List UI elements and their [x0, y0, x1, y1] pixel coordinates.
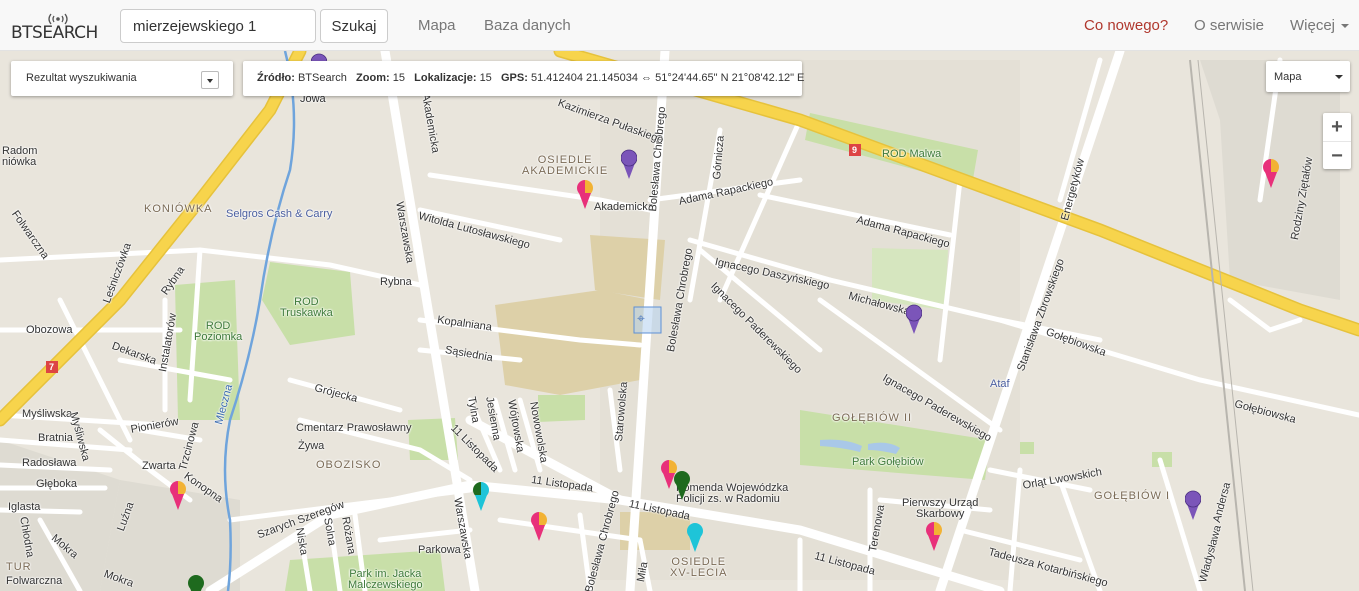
map-park-label: ROD Truskawka — [280, 296, 333, 319]
map-info-bar: Źródło: BTSearch Zoom: 15 Lokalizacje: 1… — [243, 61, 805, 96]
nav-link-database[interactable]: Baza danych — [484, 17, 571, 34]
search-input[interactable] — [120, 9, 316, 43]
map-street-label: Folwarczna — [6, 575, 63, 587]
map-street-label: Myśliwska — [22, 408, 73, 420]
map-park-label: ROD Malwa — [882, 148, 942, 160]
map-street-label: Zwarta — [142, 460, 176, 472]
map-area-label: OSIEDLE AKADEMICKIE — [522, 154, 609, 177]
map-street-label: Głęboka — [36, 478, 77, 490]
map-poi-label: Pierwszy Urząd Skarbowy — [902, 497, 979, 520]
crosshair-icon: ⌖ — [637, 310, 645, 326]
nav-link-map[interactable]: Mapa — [418, 17, 456, 34]
map-canvas[interactable]: 9 7 ⌖ Radom niówka KONIÓWKA Selgros Cash… — [0, 51, 1359, 591]
map-area-label: GOŁĘBIÓW I — [1094, 490, 1171, 502]
map-street-label: Bratnia — [38, 432, 73, 444]
map-street-label: Żywa — [298, 440, 325, 452]
map-area-label: OBOZISKO — [316, 459, 382, 471]
btsearch-logo[interactable]: BTSEARCH — [11, 12, 101, 43]
chevron-down-icon — [1341, 24, 1350, 29]
bts-pin-multi[interactable] — [1263, 158, 1279, 190]
bts-pin-purple[interactable] — [906, 304, 922, 336]
logo-text: BTSEARCH — [11, 23, 98, 43]
map-park-label: Park im. Jacka Malczewskiego — [348, 568, 423, 591]
source-label: Źródło: — [257, 72, 295, 84]
nav-link-about[interactable]: O serwisie — [1194, 17, 1264, 34]
zoom-label: Zoom: — [356, 72, 390, 84]
bts-pin-multi[interactable] — [926, 521, 942, 553]
nav-dropdown-more[interactable]: Więcej — [1290, 17, 1350, 34]
search-result-dropdown[interactable]: Rezultat wyszukiwania — [11, 61, 233, 96]
chevron-down-icon — [1335, 75, 1343, 79]
bts-pin-multi[interactable] — [170, 480, 186, 512]
zoom-value: 15 — [392, 72, 405, 84]
chevron-down-icon[interactable] — [201, 71, 219, 89]
source-value: BTSearch — [297, 72, 347, 84]
zoom-out-button[interactable]: − — [1323, 142, 1351, 170]
zoom-in-button[interactable]: + — [1323, 113, 1351, 142]
map-street-label: Radosława — [22, 457, 77, 469]
map-type-select[interactable]: Mapa — [1266, 61, 1350, 92]
bts-pin-multi-green-cyan[interactable] — [473, 481, 489, 513]
map-poi-label: Komenda Wojewódzka Policji zs. w Radomiu — [676, 482, 789, 505]
route-shield-9: 9 — [852, 145, 858, 155]
bts-pin-purple[interactable] — [621, 149, 637, 181]
search-button[interactable]: Szukaj — [320, 9, 388, 43]
gps-label: GPS: — [500, 72, 528, 84]
gps-value: 51.412404 21.145034 ⇔ 51°24'44.65" N 21°… — [530, 72, 805, 84]
locations-value: 15 — [479, 72, 492, 84]
map-poi-label: Cmentarz Prawosławny — [296, 422, 412, 434]
navbar: BTSEARCH Szukaj Mapa Baza danych Co nowe… — [0, 0, 1359, 51]
map-area-label: GOŁĘBIÓW II — [832, 412, 913, 424]
map-label: Radom niówka — [2, 145, 38, 168]
map-street-label: Rybna — [380, 276, 412, 288]
map-poi-label: Selgros Cash & Carry — [226, 208, 333, 220]
map-street-label: Obozowa — [26, 324, 73, 336]
nav-link-whats-new[interactable]: Co nowego? — [1084, 17, 1168, 34]
map-type-label: Mapa — [1274, 71, 1302, 83]
map-park-label: ROD Poziomka — [194, 320, 243, 343]
more-label: Więcej — [1290, 17, 1336, 34]
map-street-label: Parkowa — [418, 544, 461, 556]
map-area-label: KONIÓWKA — [144, 203, 213, 215]
bts-pin-cyan[interactable] — [687, 522, 703, 554]
map-area-label: OSIEDLE XV-LECIA — [670, 556, 728, 579]
route-shield-7: 7 — [49, 362, 55, 372]
bts-pin-multi[interactable] — [577, 179, 593, 211]
result-dropdown-label: Rezultat wyszukiwania — [26, 72, 137, 84]
bts-pin-multi[interactable] — [531, 511, 547, 543]
zoom-control: + − — [1323, 113, 1351, 169]
locations-label: Lokalizacje: — [414, 72, 477, 84]
map-street-label: Iglasta — [8, 501, 41, 513]
bts-pin-purple[interactable] — [1185, 490, 1201, 522]
bts-pin-green[interactable] — [674, 470, 690, 502]
bts-pin-green[interactable] — [188, 574, 204, 591]
map-area-label: TUR — [6, 561, 32, 573]
map-street-label: Akademicka — [594, 201, 654, 213]
map-poi-label: Ataf — [990, 378, 1010, 390]
map-park-label: Park Gołębiów — [852, 456, 924, 468]
